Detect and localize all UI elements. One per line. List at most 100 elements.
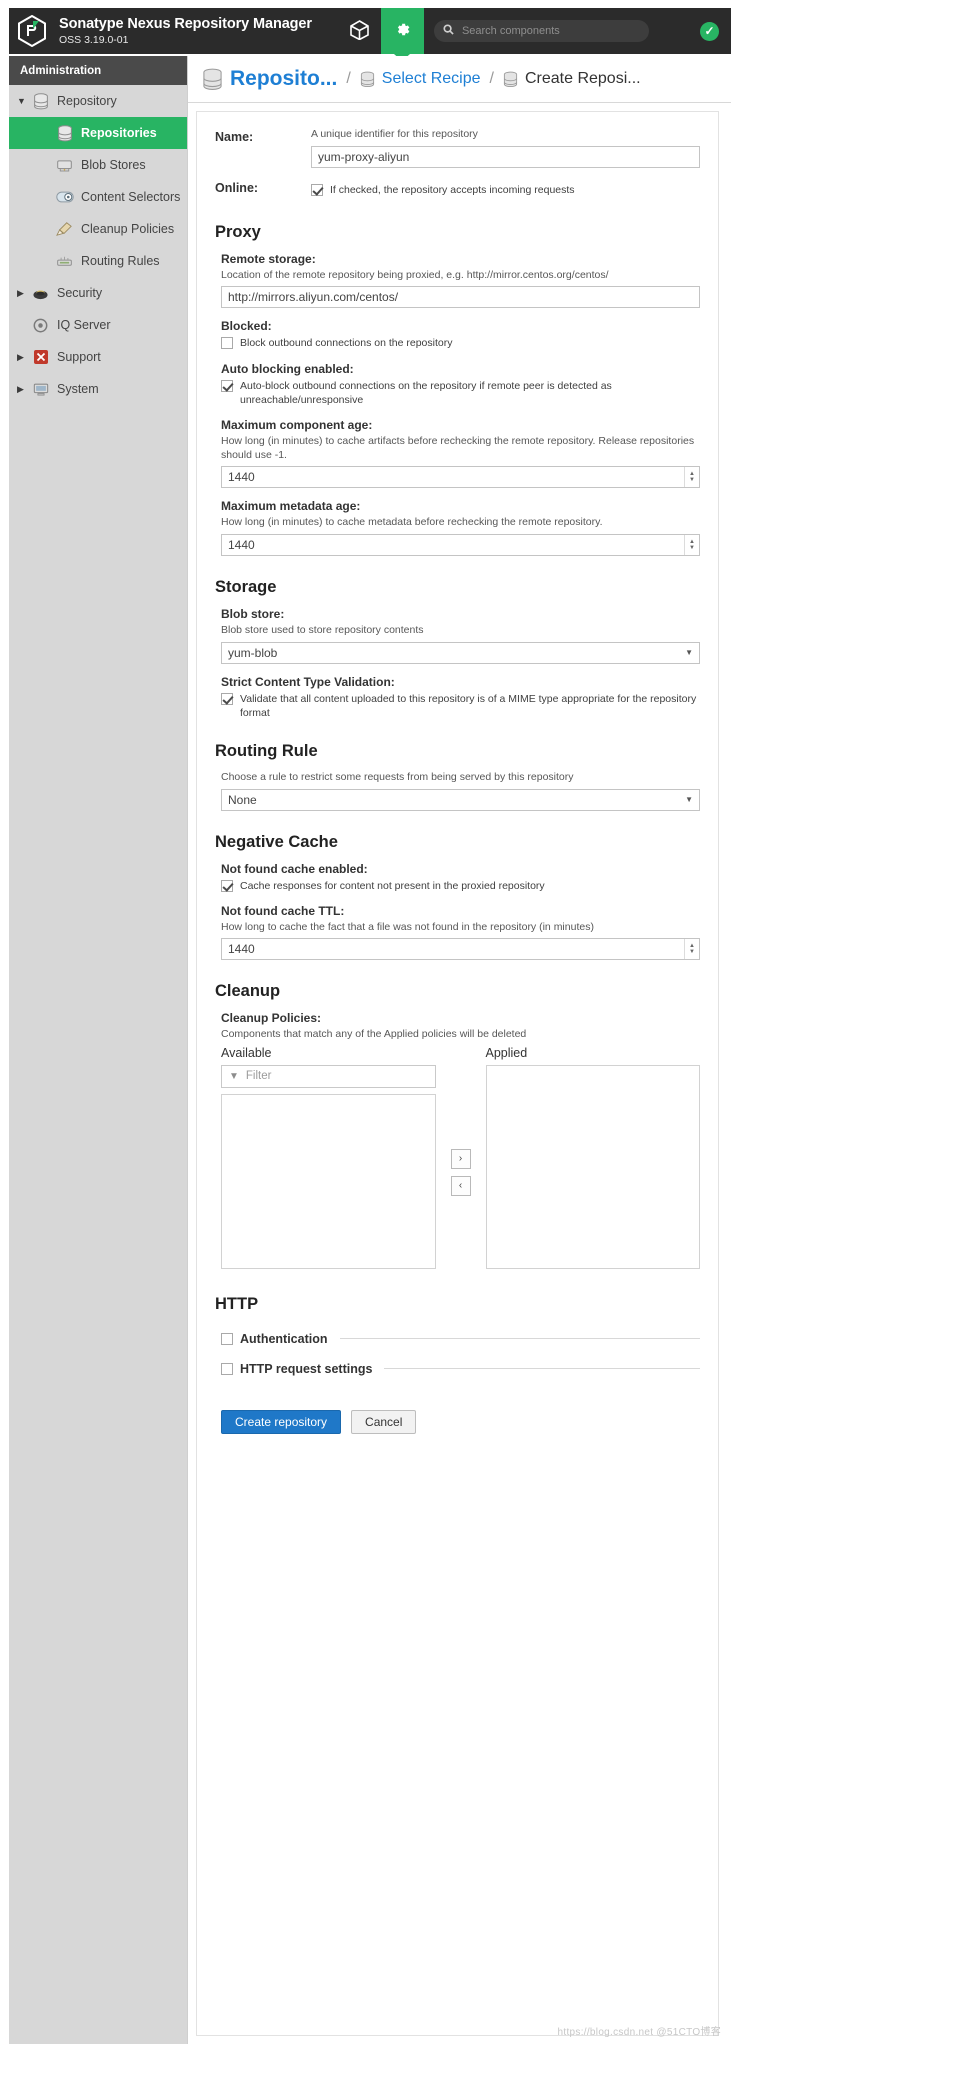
stepper-down-icon[interactable]: ▼ bbox=[689, 477, 695, 483]
blocked-checkbox-row[interactable]: Block outbound connections on the reposi… bbox=[221, 336, 700, 350]
http-request-settings-checkbox[interactable] bbox=[221, 1362, 233, 1375]
strict-validation-checkbox[interactable] bbox=[221, 692, 233, 705]
breadcrumb: Reposito... / Select Recipe / Create Rep… bbox=[188, 56, 731, 103]
repository-form: Name: A unique identifier for this repos… bbox=[196, 111, 719, 2036]
create-repository-button[interactable]: Create repository bbox=[221, 1409, 342, 1434]
cleanup-policies-label: Cleanup Policies: bbox=[221, 1011, 322, 1026]
cleanup-filter-input[interactable]: ▼ Filter bbox=[221, 1064, 436, 1088]
sidebar-item-content-selectors[interactable]: Content Selectors bbox=[9, 181, 187, 213]
auto-blocking-checkbox-text: Auto-block outbound connections on the r… bbox=[240, 379, 612, 406]
shield-icon bbox=[31, 285, 50, 301]
hexagon-logo-icon bbox=[18, 15, 46, 47]
check-circle-icon: ✓ bbox=[704, 24, 715, 38]
online-checkbox-row[interactable]: If checked, the repository accepts incom… bbox=[311, 183, 700, 197]
sidebar-item-blob-stores[interactable]: Blob Stores bbox=[9, 149, 187, 181]
database-icon bbox=[55, 124, 74, 141]
remote-storage-input[interactable] bbox=[221, 286, 700, 309]
database-icon bbox=[360, 71, 375, 88]
blob-store-select[interactable]: yum-blob ▼ bbox=[221, 641, 700, 664]
caret-right-icon[interactable]: ▶ bbox=[17, 352, 31, 363]
sidebar-item-label: Blob Stores bbox=[81, 158, 146, 172]
not-found-ttl-input[interactable] bbox=[221, 938, 700, 961]
blocked-checkbox[interactable] bbox=[221, 337, 233, 350]
max-component-age-label: Maximum component age: bbox=[221, 417, 373, 432]
name-label: Name: bbox=[215, 130, 254, 144]
sidebar-item-system[interactable]: ▶ System bbox=[9, 373, 187, 405]
cleanup-applied-column: Applied bbox=[485, 1045, 700, 1269]
max-component-age-input[interactable] bbox=[221, 466, 700, 489]
max-component-age-stepper[interactable]: ▲ ▼ bbox=[684, 467, 699, 488]
search-input[interactable] bbox=[459, 24, 635, 38]
online-label: Online: bbox=[215, 180, 259, 195]
auto-blocking-checkbox[interactable] bbox=[221, 379, 233, 392]
breadcrumb-label-repositories: Reposito... bbox=[230, 67, 338, 90]
blocked-label: Blocked: bbox=[221, 319, 272, 334]
section-title-cleanup: Cleanup bbox=[215, 982, 281, 1001]
status-badge[interactable]: ✓ bbox=[700, 21, 719, 41]
form-actions: Create repository Cancel bbox=[221, 1409, 700, 1434]
breadcrumb-item-create-repository: Create Reposi... bbox=[503, 70, 641, 88]
sidebar-item-label: Support bbox=[57, 350, 101, 364]
max-metadata-age-stepper[interactable]: ▲ ▼ bbox=[684, 534, 699, 555]
http-authentication-row[interactable]: Authentication bbox=[221, 1324, 700, 1354]
caret-right-icon[interactable]: ▶ bbox=[17, 288, 31, 299]
not-found-cache-checkbox[interactable] bbox=[221, 879, 233, 892]
search-icon bbox=[443, 24, 454, 38]
not-found-ttl-field: ▲ ▼ bbox=[221, 938, 700, 961]
stepper-down-icon[interactable]: ▼ bbox=[689, 545, 695, 551]
sidebar-item-repositories[interactable]: Repositories bbox=[9, 117, 187, 149]
move-left-button[interactable]: ‹ bbox=[450, 1175, 471, 1196]
stepper-down-icon[interactable]: ▼ bbox=[689, 949, 695, 955]
not-found-ttl-stepper[interactable]: ▲ ▼ bbox=[684, 939, 699, 960]
breadcrumb-item-select-recipe[interactable]: Select Recipe bbox=[360, 70, 481, 88]
strict-validation-checkbox-row[interactable]: Validate that all content uploaded to th… bbox=[221, 692, 700, 720]
system-icon bbox=[31, 381, 50, 397]
sidebar-item-security[interactable]: ▶ Security bbox=[9, 277, 187, 309]
routing-rule-select[interactable]: None ▼ bbox=[221, 788, 700, 811]
cleanup-dual-list: Available ▼ Filter › ‹ Applied bbox=[221, 1046, 700, 1269]
drive-icon bbox=[55, 157, 74, 173]
browse-button[interactable] bbox=[338, 8, 381, 54]
cleanup-filter-placeholder: Filter bbox=[245, 1070, 272, 1083]
brush-icon bbox=[55, 221, 74, 237]
cancel-button[interactable]: Cancel bbox=[351, 1409, 417, 1434]
not-found-cache-checkbox-row[interactable]: Cache responses for content not present … bbox=[221, 879, 700, 893]
max-metadata-age-hint: How long (in minutes) to cache metadata … bbox=[221, 516, 603, 529]
sidebar-item-routing-rules[interactable]: Routing Rules bbox=[9, 245, 187, 277]
http-authentication-checkbox[interactable] bbox=[221, 1332, 233, 1345]
name-input[interactable] bbox=[311, 145, 700, 168]
strict-validation-checkbox-text: Validate that all content uploaded to th… bbox=[240, 692, 697, 719]
cleanup-applied-header: Applied bbox=[485, 1045, 528, 1060]
cleanup-applied-list[interactable] bbox=[485, 1064, 700, 1269]
blob-store-label: Blob store: bbox=[221, 606, 285, 621]
breadcrumb-item-repositories[interactable]: Reposito... bbox=[202, 67, 337, 91]
breadcrumb-separator-2: / bbox=[489, 70, 494, 87]
database-icon bbox=[202, 68, 223, 91]
online-checkbox-text: If checked, the repository accepts incom… bbox=[330, 183, 575, 196]
auto-blocking-checkbox-row[interactable]: Auto-block outbound connections on the r… bbox=[221, 379, 700, 407]
blob-store-hint: Blob store used to store repository cont… bbox=[221, 623, 424, 636]
cleanup-available-header: Available bbox=[221, 1045, 272, 1060]
max-metadata-age-input[interactable] bbox=[221, 533, 700, 556]
sidebar-item-cleanup-policies[interactable]: Cleanup Policies bbox=[9, 213, 187, 245]
not-found-cache-checkbox-text: Cache responses for content not present … bbox=[240, 879, 545, 892]
brand-block: Sonatype Nexus Repository Manager OSS 3.… bbox=[59, 16, 312, 46]
sidebar-item-label: Repositories bbox=[81, 126, 157, 140]
cleanup-available-list[interactable] bbox=[221, 1093, 436, 1269]
routing-rule-hint: Choose a rule to restrict some requests … bbox=[221, 770, 574, 783]
gear-icon bbox=[393, 20, 412, 42]
breadcrumb-separator-1: / bbox=[346, 70, 351, 87]
caret-down-icon[interactable]: ▼ bbox=[17, 96, 31, 106]
online-checkbox[interactable] bbox=[311, 183, 323, 196]
app-version: OSS 3.19.0-01 bbox=[59, 33, 129, 46]
administration-button[interactable] bbox=[380, 8, 424, 54]
http-request-settings-row[interactable]: HTTP request settings bbox=[221, 1354, 700, 1384]
caret-right-icon[interactable]: ▶ bbox=[17, 384, 31, 395]
sidebar-item-repository[interactable]: ▼ Repository bbox=[9, 85, 187, 117]
auto-blocking-label: Auto blocking enabled: bbox=[221, 361, 354, 376]
sidebar-item-iq-server[interactable]: IQ Server bbox=[9, 309, 187, 341]
move-right-button[interactable]: › bbox=[450, 1148, 471, 1169]
sidebar-item-support[interactable]: ▶ Support bbox=[9, 341, 187, 373]
cleanup-policies-hint: Components that match any of the Applied… bbox=[221, 1028, 527, 1041]
search-box[interactable] bbox=[433, 20, 649, 42]
